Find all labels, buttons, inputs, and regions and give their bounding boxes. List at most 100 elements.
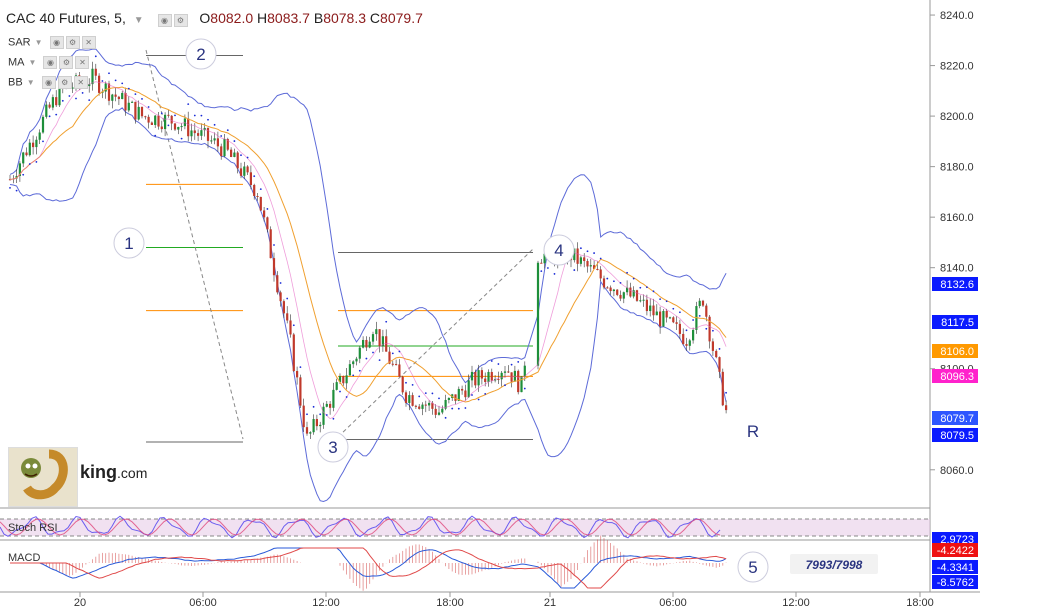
sar-dot: [652, 290, 655, 293]
sar-dot: [42, 140, 44, 143]
candle-body: [622, 292, 625, 299]
candle-body: [127, 102, 130, 111]
sar-dot: [134, 93, 137, 96]
y-tick-label: 8160.0: [940, 212, 974, 224]
sar-dot: [167, 124, 170, 127]
candle-body: [418, 406, 421, 409]
settings-icon[interactable]: ⚙: [57, 76, 72, 89]
candle-body: [296, 371, 299, 378]
candle-body: [428, 402, 431, 406]
candle-body: [698, 300, 701, 307]
candle-body: [41, 116, 45, 133]
eye-icon[interactable]: ◉: [157, 14, 172, 28]
symbol-title[interactable]: CAC 40 Futures, 5,: [6, 10, 126, 26]
sub-panels: [0, 515, 930, 591]
candle-body: [583, 257, 586, 262]
sar-dot: [418, 395, 421, 398]
sar-dot: [68, 95, 71, 97]
candle-body: [490, 371, 493, 381]
candle-body: [404, 392, 408, 403]
eye-icon[interactable]: ◉: [43, 56, 58, 69]
candle-body: [711, 341, 714, 351]
candle-body: [253, 184, 256, 196]
chevron-down-icon[interactable]: ▼: [134, 15, 144, 26]
candle-body: [368, 341, 371, 348]
price-tag-label: 8106.0: [940, 346, 974, 358]
candle-body: [48, 104, 51, 108]
sar-dot: [424, 392, 427, 395]
stoch-rsi-label[interactable]: Stoch RSI: [8, 522, 58, 534]
eye-icon[interactable]: ◉: [41, 76, 56, 89]
candle-body: [25, 152, 28, 156]
candle-body: [121, 92, 124, 100]
open-value: 8082.0: [210, 10, 254, 26]
eye-icon[interactable]: ◉: [49, 36, 64, 49]
chevron-down-icon[interactable]: ▼: [27, 78, 35, 87]
candle-body: [477, 370, 480, 386]
candle-body: [507, 371, 510, 373]
settings-icon[interactable]: ⚙: [59, 56, 74, 69]
sar-dot: [457, 407, 460, 410]
x-tick-label: 18:00: [436, 597, 464, 609]
sar-dot: [372, 351, 374, 354]
candle-body: [500, 372, 503, 380]
candle-body: [464, 390, 467, 398]
candle-body: [187, 118, 190, 137]
candle-body: [289, 320, 292, 335]
sar-dot: [698, 314, 701, 317]
candle-body: [441, 408, 444, 413]
sar-dot: [477, 398, 480, 401]
settings-icon[interactable]: ⚙: [173, 14, 188, 28]
candle-body: [487, 371, 490, 382]
target-label: 7993/7998: [806, 558, 863, 572]
candle-body: [609, 287, 612, 292]
close-icon[interactable]: ✕: [75, 56, 90, 69]
candle-body: [22, 152, 25, 164]
sar-dot: [632, 277, 635, 280]
ohlc-readout: O8082.0 H8083.7 B8078.3 C8079.7: [199, 10, 422, 26]
candle-body: [434, 408, 437, 415]
x-tick-label: 20: [74, 597, 86, 609]
candle-body: [414, 405, 417, 407]
sar-dot: [180, 137, 183, 140]
chevron-down-icon[interactable]: ▼: [35, 38, 43, 47]
y-tick-label: 8220.0: [940, 61, 974, 73]
sar-dot: [573, 269, 576, 271]
candle-body: [38, 132, 41, 140]
candle-body: [276, 275, 279, 293]
chart-stage[interactable]: 8240.08220.08200.08180.08160.08140.08100…: [0, 0, 1050, 612]
price-chart[interactable]: 8240.08220.08200.08180.08160.08140.08100…: [0, 0, 1050, 612]
wave-label: 2: [196, 45, 205, 64]
sar-dot: [253, 175, 256, 178]
stoch-band: [0, 519, 930, 536]
candle-body: [391, 363, 394, 365]
sar-dot: [411, 383, 414, 386]
candle-body: [137, 106, 140, 120]
candle-body: [55, 97, 58, 106]
candle-body: [315, 419, 318, 427]
chart-header: CAC 40 Futures, 5, ▼ ◉ ⚙ O8082.0 H8083.7 …: [6, 10, 423, 28]
candle-body: [124, 92, 127, 111]
candle-body: [675, 322, 678, 324]
candle-body: [685, 344, 688, 346]
indicator-ma[interactable]: MA ▼ ◉ ⚙ ✕: [8, 56, 91, 69]
candle-body: [114, 94, 117, 97]
settings-icon[interactable]: ⚙: [65, 36, 80, 49]
indicator-bb[interactable]: BB ▼ ◉ ⚙ ✕: [8, 76, 90, 89]
sar-dot: [141, 98, 143, 100]
sar-dot: [88, 99, 91, 102]
sar-dot: [599, 257, 602, 260]
chevron-down-icon[interactable]: ▼: [29, 58, 37, 67]
close-icon[interactable]: ✕: [73, 76, 88, 89]
x-tick-label: 21: [544, 597, 556, 609]
candle-body: [322, 406, 325, 425]
sar-dot: [339, 390, 341, 393]
indicator-sar[interactable]: SAR ▼ ◉ ⚙ ✕: [8, 36, 98, 49]
sar-dot: [471, 394, 473, 396]
macd-label[interactable]: MACD: [8, 552, 40, 564]
sar-dot: [200, 114, 203, 117]
close-icon[interactable]: ✕: [81, 36, 96, 49]
sar-dot: [28, 163, 31, 165]
candle-body: [305, 427, 309, 434]
sar-dot: [61, 99, 64, 102]
